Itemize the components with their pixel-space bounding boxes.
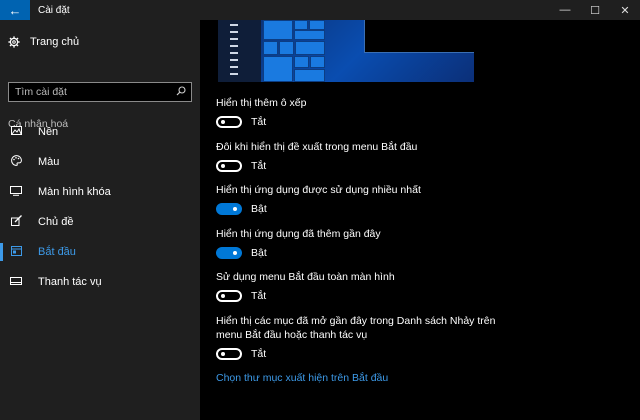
- toggle-state: Tắt: [251, 160, 267, 172]
- setting-label: Đôi khi hiển thị đề xuất trong menu Bắt …: [216, 141, 418, 153]
- home-link[interactable]: Trang chủ: [8, 36, 79, 48]
- sidebar-item-label: Chủ đề: [38, 216, 74, 228]
- sidebar-item-label: Bắt đầu: [38, 246, 76, 258]
- setting-jump-lists: Hiển thị các mục đã mở gần đây trong Dan…: [216, 314, 506, 360]
- setting-full-screen: Sử dụng menu Bắt đầu toàn màn hình Tắt: [216, 270, 506, 302]
- lock-screen-icon: [8, 185, 24, 199]
- toggle-switch[interactable]: [216, 160, 242, 172]
- start-preview-image: [218, 20, 474, 82]
- setting-more-tiles: Hiển thị thêm ô xếp Tắt: [216, 96, 506, 128]
- palette-icon: [8, 155, 24, 169]
- gear-icon: [8, 36, 20, 48]
- window-title: Cài đặt: [38, 4, 70, 16]
- theme-brush-icon: [8, 215, 24, 229]
- sidebar-item-label: Màu: [38, 156, 60, 168]
- background-image-icon: [8, 126, 24, 138]
- taskbar-icon: [8, 276, 24, 288]
- home-label: Trang chủ: [30, 36, 80, 48]
- preview-start-list: [218, 20, 261, 82]
- sidebar-item-lock-screen[interactable]: Màn hình khóa: [0, 180, 200, 204]
- search-box[interactable]: [8, 82, 192, 102]
- toggle-state: Tắt: [251, 116, 267, 128]
- sidebar-item-label: Màn hình khóa: [38, 186, 111, 198]
- sidebar-item-label: Nền: [38, 126, 59, 138]
- setting-suggestions: Đôi khi hiển thị đề xuất trong menu Bắt …: [216, 140, 506, 172]
- setting-label: Hiển thị ứng dụng đã thêm gần đây: [216, 228, 381, 240]
- setting-label: Hiển thị các mục đã mở gần đây trong Dan…: [216, 315, 496, 341]
- minimize-button[interactable]: —: [550, 0, 580, 20]
- toggle-state: Bật: [251, 247, 267, 259]
- search-input[interactable]: [9, 85, 171, 99]
- search-icon[interactable]: [171, 85, 191, 99]
- sidebar-item-themes[interactable]: Chủ đề: [0, 210, 200, 234]
- toggle-switch[interactable]: [216, 247, 242, 259]
- setting-most-used: Hiển thị ứng dụng được sử dụng nhiều nhấ…: [216, 183, 506, 215]
- title-bar: ← Cài đặt — ☐ ✕: [0, 0, 640, 20]
- sidebar-item-label: Thanh tác vụ: [38, 276, 102, 288]
- preview-window: [364, 20, 474, 53]
- toggle-switch[interactable]: [216, 348, 242, 360]
- toggle-switch[interactable]: [216, 116, 242, 128]
- toggle-switch[interactable]: [216, 290, 242, 302]
- sidebar: Trang chủ Cá nhân hoá Nền Màu Màn hình k…: [0, 20, 200, 420]
- preview-tiles: [263, 20, 325, 82]
- sidebar-item-start[interactable]: Bắt đầu: [0, 240, 200, 264]
- main-content: Hiển thị thêm ô xếp Tắt Đôi khi hiển thị…: [200, 20, 640, 420]
- sidebar-item-background[interactable]: Nền: [0, 120, 200, 144]
- setting-label: Sử dụng menu Bắt đầu toàn màn hình: [216, 271, 395, 283]
- setting-label: Hiển thị ứng dụng được sử dụng nhiều nhấ…: [216, 184, 421, 196]
- toggle-switch[interactable]: [216, 203, 242, 215]
- sidebar-item-colors[interactable]: Màu: [0, 150, 200, 174]
- choose-folders-link[interactable]: Chọn thư mục xuất hiện trên Bắt đầu: [216, 372, 388, 384]
- setting-recently-added: Hiển thị ứng dụng đã thêm gần đây Bật: [216, 227, 506, 259]
- toggle-state: Tắt: [251, 290, 267, 302]
- toggle-state: Bật: [251, 203, 267, 215]
- toggle-state: Tắt: [251, 348, 267, 360]
- close-button[interactable]: ✕: [610, 0, 640, 20]
- maximize-button[interactable]: ☐: [580, 0, 610, 20]
- back-button[interactable]: ←: [0, 0, 30, 20]
- window-controls: — ☐ ✕: [550, 0, 640, 20]
- start-menu-icon: [8, 245, 24, 259]
- back-arrow-icon: ←: [8, 2, 22, 18]
- sidebar-item-taskbar[interactable]: Thanh tác vụ: [0, 270, 200, 294]
- setting-label: Hiển thị thêm ô xếp: [216, 97, 307, 109]
